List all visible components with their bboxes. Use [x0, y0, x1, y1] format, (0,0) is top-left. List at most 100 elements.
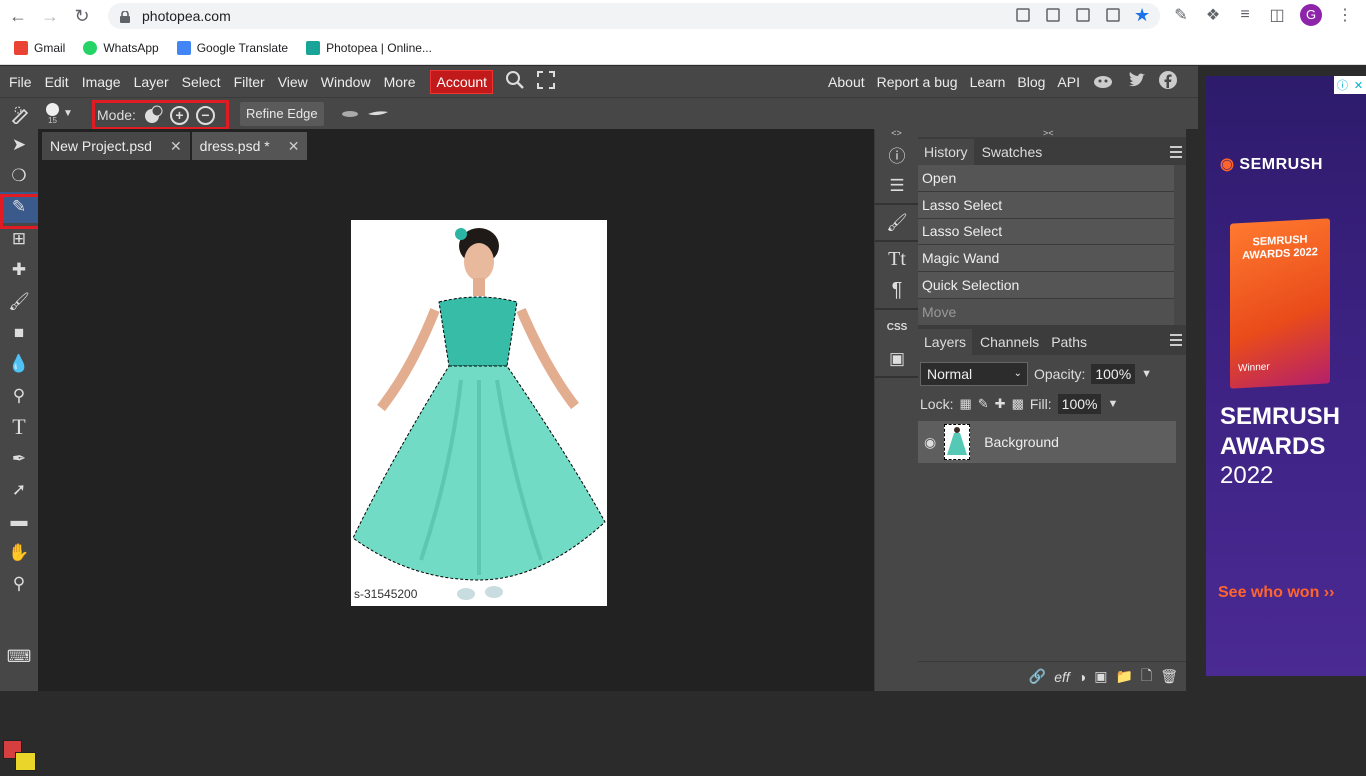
share-icon[interactable] — [1106, 8, 1120, 22]
refine-edge-button[interactable]: Refine Edge — [240, 102, 324, 126]
brush-preset-picker[interactable]: 15 ▼ — [46, 103, 73, 125]
extensions-icon[interactable]: ❖ — [1204, 5, 1222, 25]
layer-row[interactable]: ◉ Background — [918, 421, 1176, 463]
css-icon[interactable]: CSS — [875, 312, 919, 343]
menu-api[interactable]: API — [1057, 74, 1080, 90]
ad-info-icons[interactable]: ⓘ ✕ — [1334, 76, 1366, 94]
menu-view[interactable]: View — [278, 74, 317, 90]
tab-layers[interactable]: Layers — [918, 329, 973, 355]
blur-tool-icon[interactable]: 💧 — [0, 349, 38, 380]
history-item[interactable]: Lasso Select — [918, 191, 1174, 219]
twitter-icon[interactable] — [1126, 71, 1146, 92]
info-icon[interactable]: ⓘ — [875, 139, 919, 170]
avatar[interactable]: G — [1300, 4, 1322, 26]
ad-cta-link[interactable]: See who won ›› — [1218, 584, 1334, 602]
opacity-input[interactable]: 100% — [1091, 364, 1136, 384]
quick-selection-tool-icon[interactable] — [10, 104, 32, 127]
lock-image-icon[interactable]: ✎ — [978, 396, 989, 412]
history-item[interactable]: Move — [918, 298, 1174, 326]
menu-filter[interactable]: Filter — [234, 74, 274, 90]
menu-learn[interactable]: Learn — [970, 74, 1006, 90]
move-tool-icon[interactable]: ➤ — [0, 129, 38, 160]
adjustments-icon[interactable]: ☰ — [875, 170, 919, 201]
history-item[interactable]: Magic Wand — [918, 245, 1174, 273]
tab-history[interactable]: History — [918, 139, 974, 165]
menu-dots-icon[interactable]: ⋮ — [1336, 5, 1354, 25]
chevron-down-icon[interactable]: ▼ — [1141, 368, 1152, 380]
close-icon[interactable]: ✕ — [170, 138, 182, 155]
expand-arrows-icon[interactable]: >< — [1043, 129, 1054, 138]
add-to-selection-icon[interactable]: + — [169, 105, 189, 125]
new-group-icon[interactable]: 📁 — [1116, 668, 1133, 685]
back-icon[interactable]: ← — [4, 2, 32, 30]
history-item[interactable]: Quick Selection — [918, 272, 1174, 299]
close-icon[interactable]: ✕ — [288, 138, 300, 155]
layer-effects-icon[interactable]: eff — [1054, 669, 1070, 685]
adjustment-layer-icon[interactable]: ◑ — [1078, 669, 1086, 685]
page-icon[interactable] — [1076, 8, 1090, 22]
screenshot-icon[interactable] — [1016, 8, 1030, 22]
new-layer-icon[interactable]: 🗋 — [1141, 665, 1152, 689]
info-icon[interactable]: ⓘ — [1337, 77, 1348, 93]
fill-input[interactable]: 100% — [1057, 394, 1102, 414]
dodge-tool-icon[interactable]: ⚲ — [0, 380, 38, 411]
panel-menu-icon[interactable] — [1170, 334, 1182, 346]
pen-tool-icon[interactable]: ✒ — [0, 443, 38, 474]
tab-dress[interactable]: dress.psd * ✕ — [191, 132, 308, 160]
bookmark-star-icon[interactable]: ★ — [1134, 6, 1152, 24]
delete-layer-icon[interactable]: 🗑 — [1160, 668, 1178, 685]
paragraph-icon[interactable]: ¶ — [875, 275, 919, 306]
bookmark-whatsapp[interactable]: WhatsApp — [83, 41, 159, 55]
subtract-from-selection-icon[interactable]: − — [195, 105, 215, 125]
side-panel-icon[interactable]: ◫ — [1268, 5, 1286, 25]
character-icon[interactable]: Tt — [875, 244, 919, 275]
background-color[interactable] — [15, 752, 36, 771]
brush-tool-icon[interactable]: 🖌 — [0, 286, 38, 317]
menu-select[interactable]: Select — [182, 74, 230, 90]
lasso-tool-icon[interactable]: ❍ — [0, 160, 38, 191]
brush-settings-icon[interactable]: 🖌 — [875, 207, 919, 238]
panel-menu-icon[interactable] — [1170, 146, 1182, 158]
image-icon[interactable]: ▣ — [875, 343, 919, 374]
color-swatches[interactable] — [3, 740, 39, 776]
pressure-size-icon[interactable] — [340, 108, 390, 123]
bookmark-translate[interactable]: Google Translate — [176, 41, 288, 55]
bookmark-photopea[interactable]: Photopea | Online... — [306, 41, 432, 55]
canvas-image[interactable]: s-31545200 — [351, 220, 607, 606]
facebook-icon[interactable] — [1158, 70, 1178, 93]
bookmark-gmail[interactable]: Gmail — [14, 41, 65, 55]
rectangle-tool-icon[interactable]: ▬ — [0, 506, 38, 537]
hand-tool-icon[interactable]: ✋ — [0, 537, 38, 568]
download-icon[interactable] — [1046, 8, 1060, 22]
layer-name[interactable]: Background — [984, 434, 1059, 450]
advertisement[interactable]: ⓘ ✕ ◉ SEMRUSH SEMRUSH AWARDS 2022 Winner … — [1206, 76, 1366, 676]
menu-image[interactable]: Image — [82, 74, 130, 90]
menu-blog[interactable]: Blog — [1017, 74, 1045, 90]
menu-layer[interactable]: Layer — [134, 74, 178, 90]
forward-icon[interactable]: → — [36, 2, 64, 30]
zoom-tool-icon[interactable]: ⚲ — [0, 568, 38, 599]
new-selection-icon[interactable] — [143, 105, 163, 125]
type-tool-icon[interactable]: T — [0, 412, 38, 443]
link-layers-icon[interactable]: 🔗 — [1029, 668, 1046, 685]
tab-swatches[interactable]: Swatches — [974, 139, 1049, 165]
menu-window[interactable]: Window — [321, 74, 380, 90]
search-icon[interactable] — [505, 70, 525, 93]
tab-paths[interactable]: Paths — [1045, 329, 1093, 355]
fullscreen-icon[interactable] — [537, 71, 556, 92]
keyboard-icon[interactable]: ⌨ — [0, 641, 38, 672]
address-bar[interactable]: photopea.com ★ — [108, 3, 1160, 29]
close-icon[interactable]: ✕ — [1354, 79, 1363, 92]
visibility-eye-icon[interactable]: ◉ — [924, 434, 936, 451]
lock-transparency-icon[interactable]: ▦ — [959, 396, 971, 412]
eyedropper-icon[interactable]: ✎ — [1172, 5, 1190, 25]
reload-icon[interactable]: ↻ — [68, 2, 96, 30]
tab-new-project[interactable]: New Project.psd ✕ — [42, 132, 190, 160]
chevron-down-icon[interactable]: ▼ — [1107, 398, 1118, 410]
collapse-arrows-icon[interactable]: <> — [875, 129, 918, 138]
menu-more[interactable]: More — [384, 74, 425, 90]
menu-file[interactable]: File — [9, 74, 41, 90]
gradient-tool-icon[interactable]: ■ — [0, 317, 38, 348]
menu-edit[interactable]: Edit — [45, 74, 78, 90]
account-button[interactable]: Account — [430, 69, 494, 94]
